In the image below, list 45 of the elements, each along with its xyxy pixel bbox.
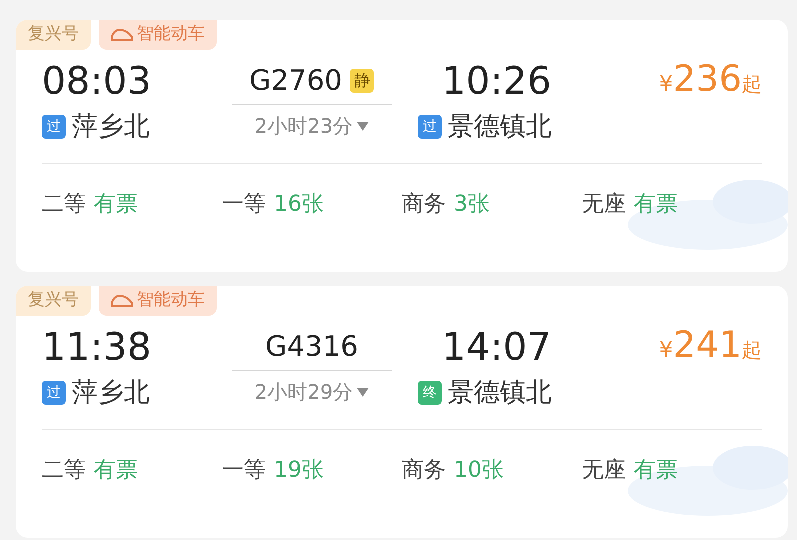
dropdown-caret-icon[interactable] [357,122,370,130]
train-icon [111,29,133,41]
train-number: G2760 [250,67,342,95]
seat-class: 二等 [42,457,86,485]
station-name: 景德镇北 [448,114,552,140]
seat-class: 商务 [402,457,446,485]
station-badge: 终 [418,381,442,405]
seat-class: 二等 [42,191,86,219]
train-tag: 智能动车 [99,286,217,316]
arrive-time: 14:07 [441,328,553,366]
station-name: 景德镇北 [448,380,552,406]
station-badge: 过 [42,381,66,405]
arrive-time: 10:26 [441,62,553,100]
seat-availability: 19张 [274,457,324,485]
seat-availability: 16张 [274,191,324,219]
price: ¥241起 [659,328,762,367]
seat-availability: 有票 [94,457,138,485]
train-card[interactable]: 复兴号 智能动车 11:38 过 萍乡北 G4316 2小时29分 14:07 终 景德镇北 ¥241起 二等 有票 一等 19张 商务 10张 无座 有票 [16,286,788,538]
station-badge: 过 [42,115,66,139]
train-tag: 复兴号 [16,286,91,316]
depart-time: 08:03 [42,62,153,100]
train-card[interactable]: 复兴号 智能动车 08:03 过 萍乡北 G2760 静 2小时23分 10:26 过 景德镇北 ¥236起 二等 有票 一等 16张 商务 3张 无座 有票 [16,20,788,272]
seat-availability: 有票 [94,191,138,219]
seat-availability: 有票 [634,457,678,485]
seat-class: 商务 [402,191,446,219]
seat-availability: 有票 [634,191,678,219]
seat-class: 无座 [582,457,626,485]
seat-class: 一等 [222,457,266,485]
depart-time: 11:38 [42,328,153,366]
seat-availability: 10张 [454,457,504,485]
duration: 2小时29分 [254,379,354,406]
seat-class: 一等 [222,191,266,219]
seat-availability: 3张 [454,191,490,219]
quiet-badge: 静 [350,69,374,93]
station-name: 萍乡北 [72,114,150,140]
station-badge: 过 [418,115,442,139]
train-number: G4316 [266,333,358,361]
train-tag: 复兴号 [16,20,91,50]
train-tag: 智能动车 [99,20,217,50]
dropdown-caret-icon[interactable] [357,388,370,396]
duration: 2小时23分 [254,113,354,140]
seat-class: 无座 [582,191,626,219]
station-name: 萍乡北 [72,380,150,406]
train-icon [111,295,133,307]
price: ¥236起 [659,62,762,101]
